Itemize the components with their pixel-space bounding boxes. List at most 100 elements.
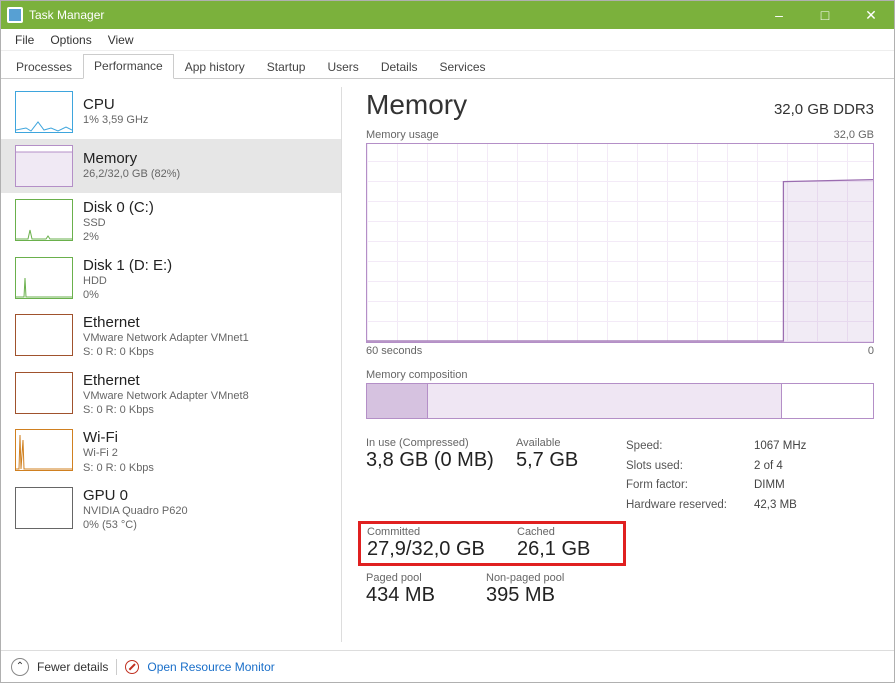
sidebar-text: Disk 1 (D: E:) HDD 0% (83, 257, 172, 303)
memory-kv-table: Speed:1067 MHz Slots used:2 of 4 Form fa… (626, 437, 806, 515)
footer-bar: ⌃ Fewer details Open Resource Monitor (1, 650, 894, 682)
sidebar-item-label: Ethernet (83, 372, 249, 389)
kv-key: Form factor: (626, 476, 746, 496)
maximize-button[interactable]: □ (802, 1, 848, 29)
kv-key: Hardware reserved: (626, 496, 746, 516)
tab-startup[interactable]: Startup (256, 55, 317, 79)
stat-committed: Committed 27,9/32,0 GB (367, 526, 497, 561)
table-row: Form factor: DIMM (626, 476, 806, 496)
stat-label: Non-paged pool (486, 572, 586, 584)
kv-value: DIMM (754, 476, 785, 496)
sidebar-item-label: Disk 1 (D: E:) (83, 257, 172, 274)
stat-value: 395 MB (486, 584, 586, 607)
stat-value: 434 MB (366, 584, 466, 607)
menu-bar: File Options View (1, 29, 894, 51)
comp-seg-cached (428, 384, 782, 418)
resource-monitor-icon (125, 660, 139, 674)
footer-separator (116, 659, 117, 675)
window-controls: – □ ✕ (756, 1, 894, 29)
memory-thumb-icon (15, 145, 73, 187)
stat-label: Cached (517, 526, 597, 538)
chart-usage-label: Memory usage (366, 129, 439, 141)
memory-composition-bar[interactable] (366, 383, 874, 419)
sidebar-text: Memory 26,2/32,0 GB (82%) (83, 145, 180, 187)
tab-app-history[interactable]: App history (174, 55, 256, 79)
sidebar-item-label: Disk 0 (C:) (83, 199, 154, 216)
stat-cached: Cached 26,1 GB (517, 526, 597, 561)
stat-available: Available 5,7 GB (516, 437, 596, 515)
detail-panel: Memory 32,0 GB DDR3 Memory usage 32,0 GB… (342, 79, 894, 650)
sidebar-text: Ethernet VMware Network Adapter VMnet1 S… (83, 314, 249, 360)
stat-pagedpool: Paged pool 434 MB (366, 572, 466, 607)
composition-label: Memory composition (366, 369, 467, 381)
sidebar-text: Disk 0 (C:) SSD 2% (83, 199, 154, 245)
sidebar-item-gpu[interactable]: GPU 0 NVIDIA Quadro P620 0% (53 °C) (1, 481, 341, 539)
memory-usage-chart[interactable] (366, 143, 874, 343)
sidebar-text: Wi-Fi Wi-Fi 2 S: 0 R: 0 Kbps (83, 429, 154, 475)
sidebar-item-label: Memory (83, 150, 180, 167)
table-row: Hardware reserved: 42,3 MB (626, 496, 806, 516)
content-area: CPU 1% 3,59 GHz Memory 26,2/32,0 GB (82%… (1, 79, 894, 650)
sidebar-item-ethernet2[interactable]: Ethernet VMware Network Adapter VMnet8 S… (1, 366, 341, 424)
sidebar-item-label: CPU (83, 96, 148, 113)
disk-thumb-icon (15, 199, 73, 241)
composition-label-row: Memory composition (366, 369, 874, 381)
sidebar-item-disk1[interactable]: Disk 1 (D: E:) HDD 0% (1, 251, 341, 309)
sidebar-item-cpu[interactable]: CPU 1% 3,59 GHz (1, 85, 341, 139)
kv-value: 2 of 4 (754, 457, 783, 477)
sidebar-item-sub: SSD (83, 216, 154, 230)
sidebar-item-ethernet1[interactable]: Ethernet VMware Network Adapter VMnet1 S… (1, 308, 341, 366)
sidebar-item-sub: Wi-Fi 2 (83, 446, 154, 460)
stat-label: In use (Compressed) (366, 437, 496, 449)
stat-nonpaged: Non-paged pool 395 MB (486, 572, 586, 607)
menu-view[interactable]: View (100, 31, 142, 49)
detail-spec: 32,0 GB DDR3 (774, 101, 874, 118)
chart-x-left: 60 seconds (366, 345, 422, 357)
sidebar-item-sub: 1% 3,59 GHz (83, 113, 148, 127)
tab-bar: Processes Performance App history Startu… (1, 51, 894, 79)
disk-thumb-icon (15, 257, 73, 299)
sidebar-text: Ethernet VMware Network Adapter VMnet8 S… (83, 372, 249, 418)
sidebar-item-sub: HDD (83, 274, 172, 288)
chart-x-right: 0 (868, 345, 874, 357)
stats-row-2: Committed 27,9/32,0 GB Cached 26,1 GB (367, 526, 617, 561)
kv-key: Slots used: (626, 457, 746, 477)
menu-options[interactable]: Options (42, 31, 99, 49)
sidebar-item-wifi[interactable]: Wi-Fi Wi-Fi 2 S: 0 R: 0 Kbps (1, 423, 341, 481)
chart-bottom-labels: 60 seconds 0 (366, 345, 874, 357)
sidebar-item-memory[interactable]: Memory 26,2/32,0 GB (82%) (1, 139, 341, 193)
ethernet-thumb-icon (15, 314, 73, 356)
comp-seg-free (782, 384, 873, 418)
minimize-button[interactable]: – (756, 1, 802, 29)
sidebar-item-sub2: 0% (83, 288, 172, 302)
stats-row-1: In use (Compressed) 3,8 GB (0 MB) Availa… (366, 437, 874, 515)
sidebar-item-sub2: S: 0 R: 0 Kbps (83, 345, 249, 359)
table-row: Slots used: 2 of 4 (626, 457, 806, 477)
sidebar-item-sub: VMware Network Adapter VMnet1 (83, 331, 249, 345)
tab-processes[interactable]: Processes (5, 55, 83, 79)
menu-file[interactable]: File (7, 31, 42, 49)
sidebar-item-sub: NVIDIA Quadro P620 (83, 504, 188, 518)
tab-services[interactable]: Services (429, 55, 497, 79)
gpu-thumb-icon (15, 487, 73, 529)
close-button[interactable]: ✕ (848, 1, 894, 29)
tab-performance[interactable]: Performance (83, 54, 174, 79)
stat-value: 27,9/32,0 GB (367, 538, 497, 561)
task-manager-window: Task Manager – □ ✕ File Options View Pro… (0, 0, 895, 683)
stat-label: Committed (367, 526, 497, 538)
kv-value: 42,3 MB (754, 496, 797, 516)
sidebar-item-label: Wi-Fi (83, 429, 154, 446)
tab-users[interactable]: Users (316, 55, 369, 79)
sidebar-item-sub: VMware Network Adapter VMnet8 (83, 389, 249, 403)
sidebar-item-disk0[interactable]: Disk 0 (C:) SSD 2% (1, 193, 341, 251)
sidebar-item-label: Ethernet (83, 314, 249, 331)
tab-details[interactable]: Details (370, 55, 429, 79)
app-icon (7, 7, 23, 23)
sidebar-item-sub2: S: 0 R: 0 Kbps (83, 403, 249, 417)
detail-title: Memory (366, 89, 467, 121)
chevron-up-icon[interactable]: ⌃ (11, 658, 29, 676)
titlebar[interactable]: Task Manager – □ ✕ (1, 1, 894, 29)
open-resource-monitor-link[interactable]: Open Resource Monitor (147, 660, 274, 674)
cpu-thumb-icon (15, 91, 73, 133)
fewer-details-link[interactable]: Fewer details (37, 660, 108, 674)
